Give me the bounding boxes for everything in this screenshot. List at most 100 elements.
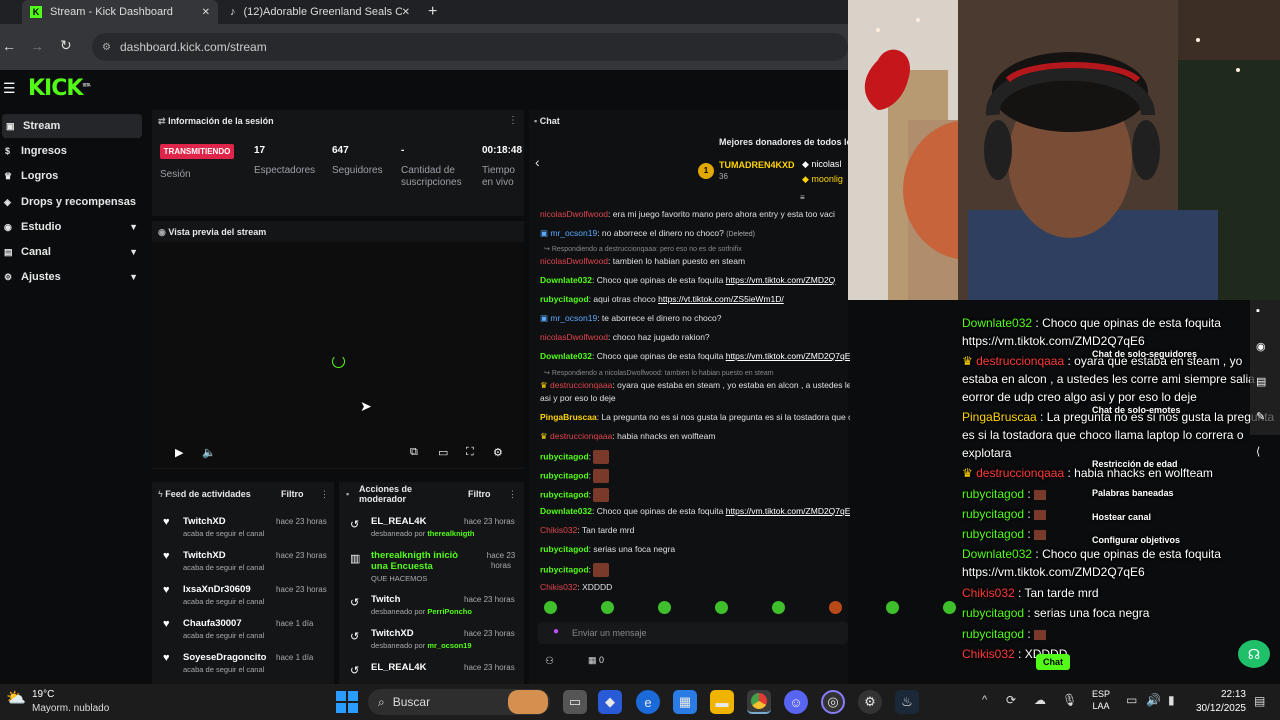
activity-user[interactable]: TwitchXD [183, 550, 226, 561]
battery-icon[interactable]: ▮ [1168, 693, 1175, 707]
file-explorer-icon[interactable]: ▬ [710, 690, 734, 714]
chat-icon[interactable]: ▪ [1256, 305, 1260, 317]
collapse-icon[interactable]: ≡ [800, 193, 805, 202]
mod-action-title[interactable]: EL_REAL4K [371, 516, 476, 527]
share-icon[interactable]: ⟨ [1256, 445, 1260, 458]
url-bar[interactable]: ⚙ dashboard.kick.com/stream [92, 33, 848, 61]
emote-icon[interactable] [772, 601, 785, 614]
chat-message[interactable]: ♛ destruccionqaaa: oyara que estaba en s… [540, 380, 850, 391]
sidebar-item-stream[interactable]: ▣ Stream [2, 114, 142, 138]
play-icon[interactable]: ▶ [175, 446, 183, 459]
chat-message[interactable]: Downlate032: Choco que opinas de esta fo… [540, 506, 850, 516]
sidebar-item-ajustes[interactable]: ⚙ Ajustes ▼ [0, 265, 146, 289]
theater-icon[interactable]: ▭ [438, 446, 448, 459]
new-tab-button[interactable]: + [428, 3, 437, 21]
chat-message[interactable]: ♛ destruccionqaaa: habia nhacks en wolft… [540, 431, 850, 442]
mod-settings-menu-item[interactable]: Hostear canal [1092, 512, 1151, 522]
mod-settings-menu-item[interactable]: Chat de solo-emotes [1092, 405, 1181, 415]
chat-message[interactable]: PingaBruscaa: La pregunta no es si nos g… [540, 412, 850, 422]
chat-message[interactable]: nicolasDwolfwood: choco haz jugado rakio… [540, 332, 850, 342]
language-indicator[interactable]: ESP LAA [1092, 688, 1110, 712]
mod-action-title[interactable]: TwitchXD [371, 628, 476, 639]
app-icon[interactable]: ⚙ [858, 690, 882, 714]
mod-settings-menu-item[interactable]: Palabras baneadas [1092, 488, 1174, 498]
mod-settings-menu-item[interactable]: Restricción de edad [1092, 459, 1178, 469]
layout-icon[interactable]: ▤ [1256, 375, 1266, 388]
chat-message[interactable]: Chikis032: XDDDD [540, 582, 850, 592]
chat-message[interactable]: rubycitagod: [540, 469, 850, 483]
edge-icon[interactable]: e [636, 690, 660, 714]
mod-action-title[interactable]: EL_REAL4K [371, 662, 476, 673]
chat-message[interactable]: asi y por eso lo deje [540, 393, 850, 403]
network-icon[interactable]: ▭ [1126, 693, 1137, 707]
donor-name[interactable]: ◆ moonlig [802, 174, 843, 185]
emote-icon[interactable] [601, 601, 614, 614]
chat-message[interactable]: Chikis032: Tan tarde mrd [540, 525, 850, 535]
widgets-icon[interactable]: ◆ [598, 690, 622, 714]
clock-time[interactable]: 22:13 [1206, 689, 1246, 700]
tray-mic-icon[interactable]: 🎙 [1062, 693, 1077, 707]
volume-icon[interactable]: 🔈 [202, 446, 216, 459]
chat-message[interactable]: nicolasDwolfwood: tambien lo habian pues… [540, 256, 850, 266]
chrome-icon[interactable] [747, 690, 771, 714]
sidebar-item-drops[interactable]: ◈ Drops y recompensas [0, 190, 150, 214]
reload-icon[interactable]: ↻ [60, 37, 72, 54]
mod-settings-menu-item[interactable]: Chat de solo-seguidores [1092, 349, 1197, 359]
mic-icon[interactable]: ● [553, 626, 559, 637]
chat-message[interactable]: rubycitagod: serias una foca negra [540, 544, 850, 554]
back-icon[interactable]: ← [2, 38, 16, 54]
clock-date[interactable]: 30/12/2025 [1186, 703, 1246, 714]
emote-icon[interactable] [544, 601, 557, 614]
mod-action-title[interactable]: therealknigth iniciò una Encuesta [371, 550, 476, 572]
activity-user[interactable]: SoyeseDragoncito [183, 652, 266, 663]
mod-menu-icon[interactable]: ⋮ [508, 489, 517, 500]
chevron-left-icon[interactable]: ‹ [535, 154, 540, 170]
chat-message[interactable]: ▣ mr_ocson19: te aborrece el dinero no c… [540, 313, 850, 324]
pip-icon[interactable]: ⧉ [410, 446, 418, 459]
emote-icon[interactable] [886, 601, 899, 614]
emote-icon[interactable] [943, 601, 956, 614]
activity-menu-icon[interactable]: ⋮ [320, 489, 329, 500]
tab-greenland-seals[interactable]: ♪ (12)Adorable Greenland Seals C ✕ [222, 0, 418, 24]
store-icon[interactable]: ▦ [673, 690, 697, 714]
tray-sync-icon[interactable]: ⟳ [1006, 693, 1016, 707]
tool-icon[interactable]: ✎ [1256, 410, 1265, 423]
donor-name[interactable]: TUMADREN4KXD [719, 160, 795, 170]
obs-icon[interactable]: ◎ [821, 690, 845, 714]
sidebar-item-logros[interactable]: ♛ Logros [0, 164, 146, 188]
chat-message[interactable]: Downlate032: Choco que opinas de esta fo… [540, 351, 850, 361]
chat-send-button[interactable]: Chat [1036, 654, 1070, 670]
task-view-icon[interactable]: ▭ [563, 690, 587, 714]
emote-icon[interactable] [715, 601, 728, 614]
mod-settings-menu-item[interactable]: Configurar objetivos [1092, 535, 1180, 545]
chat-message[interactable]: Downlate032: Choco que opinas de esta fo… [540, 275, 850, 285]
activity-filter-button[interactable]: Filtro [281, 489, 304, 499]
donor-name[interactable]: ◆ nicolasl [802, 159, 841, 170]
chat-message[interactable]: rubycitagod: [540, 488, 850, 502]
windows-start-icon[interactable] [336, 691, 358, 713]
weather-icon[interactable]: ⛅ [6, 688, 26, 708]
notifications-icon[interactable]: ▤ [1254, 694, 1265, 708]
broadcast-icon[interactable]: ◉ [1256, 340, 1266, 353]
emote-icon[interactable] [658, 601, 671, 614]
points-display[interactable]: ▦ 0 [588, 655, 604, 666]
tab-kick-dashboard[interactable]: K Stream - Kick Dashboard ✕ [22, 0, 218, 24]
emote-icon[interactable] [829, 601, 842, 614]
mod-action-title[interactable]: Twitch [371, 594, 476, 605]
emote-picker-icon[interactable]: ⚇ [545, 656, 554, 667]
discord-icon[interactable]: ☺ [784, 690, 808, 714]
sidebar-item-canal[interactable]: ▤ Canal ▼ [0, 240, 146, 264]
activity-user[interactable]: IxsaXnDr30609 [183, 584, 251, 595]
fullscreen-icon[interactable]: ⛶ [466, 446, 474, 459]
steam-icon[interactable]: ♨ [895, 690, 919, 714]
gear-icon[interactable]: ⚙ [493, 446, 503, 459]
support-headset-icon[interactable]: ☊ [1238, 640, 1270, 668]
chat-message[interactable]: rubycitagod: aqui otras choco https://vt… [540, 294, 850, 304]
tray-chevron-icon[interactable]: ^ [982, 694, 987, 706]
sidebar-item-ingresos[interactable]: $ Ingresos [0, 139, 146, 163]
close-tab-icon[interactable]: ✕ [202, 7, 210, 18]
activity-user[interactable]: Chaufa30007 [183, 618, 242, 629]
site-info-icon[interactable]: ⚙ [102, 42, 111, 53]
chat-message[interactable]: ▣ mr_ocson19: no aborrece el dinero no c… [540, 228, 850, 239]
session-menu-icon[interactable]: ⋮ [508, 115, 518, 126]
